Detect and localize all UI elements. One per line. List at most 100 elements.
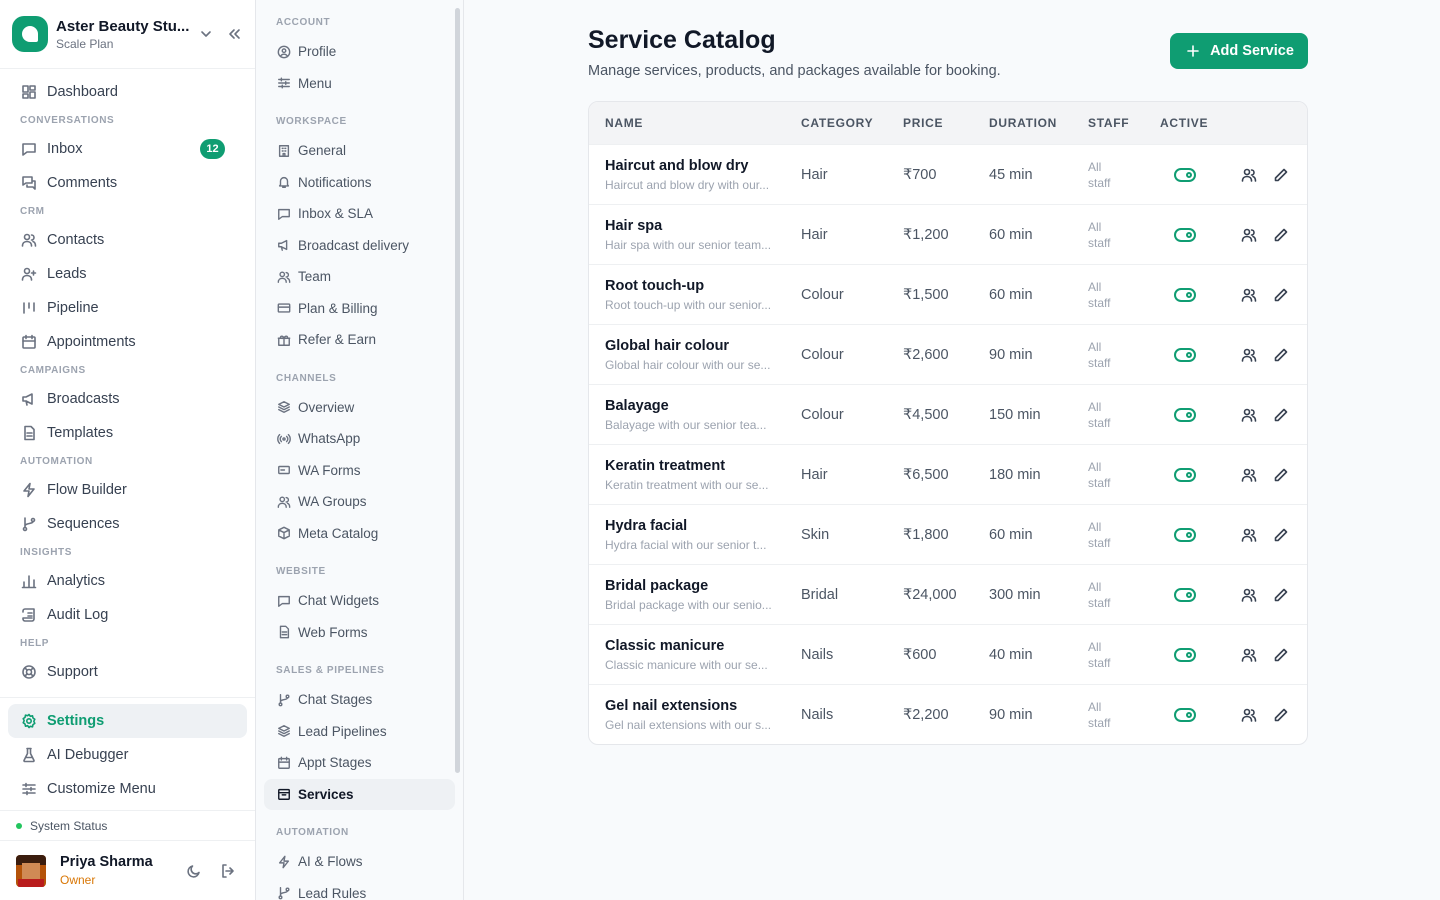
settings-item-wa-groups[interactable]: WA Groups (264, 486, 455, 518)
edit-pencil-icon[interactable] (1272, 166, 1290, 184)
settings-item-lead-pipelines[interactable]: Lead Pipelines (264, 716, 455, 748)
add-service-button[interactable]: Add Service (1170, 33, 1308, 69)
nav-item-settings[interactable]: Settings (8, 704, 247, 738)
nav-item-flow-builder[interactable]: Flow Builder (8, 473, 247, 507)
nav-item-analytics[interactable]: Analytics (8, 564, 247, 598)
table-row[interactable]: Gel nail extensions Gel nail extensions … (589, 684, 1307, 744)
settings-item-notifications[interactable]: Notifications (264, 167, 455, 199)
chevron-down-icon[interactable] (197, 25, 215, 43)
assign-staff-icon[interactable] (1240, 526, 1258, 544)
edit-pencil-icon[interactable] (1272, 466, 1290, 484)
settings-item-inbox-sla[interactable]: Inbox & SLA (264, 198, 455, 230)
active-toggle[interactable] (1174, 527, 1196, 542)
settings-item-services[interactable]: Services (264, 778, 455, 810)
nav-item-contacts[interactable]: Contacts (8, 223, 247, 257)
settings-item-chat-widgets[interactable]: Chat Widgets (264, 585, 455, 617)
moon-icon[interactable] (185, 862, 203, 880)
settings-item-chat-stages[interactable]: Chat Stages (264, 684, 455, 716)
settings-item-profile[interactable]: Profile (264, 36, 455, 68)
nav-item-dashboard[interactable]: Dashboard (8, 75, 247, 109)
edit-pencil-icon[interactable] (1272, 346, 1290, 364)
nav-item-pipeline[interactable]: Pipeline (8, 291, 247, 325)
logout-icon[interactable] (219, 862, 237, 880)
settings-item-team[interactable]: Team (264, 261, 455, 293)
active-toggle[interactable] (1174, 167, 1196, 182)
table-row[interactable]: Bridal package Bridal package with our s… (589, 564, 1307, 624)
nav-item-audit-log[interactable]: Audit Log (8, 598, 247, 632)
table-row[interactable]: Root touch-up Root touch-up with our sen… (589, 264, 1307, 324)
active-toggle[interactable] (1174, 467, 1196, 482)
system-status[interactable]: System Status (0, 810, 255, 840)
table-row[interactable]: Global hair colour Global hair colour wi… (589, 324, 1307, 384)
assign-staff-icon[interactable] (1240, 466, 1258, 484)
service-name: Classic manicure (605, 637, 725, 654)
edit-pencil-icon[interactable] (1272, 286, 1290, 304)
nav-item-customize-menu[interactable]: Customize Menu (8, 772, 247, 806)
nav-item-sequences[interactable]: Sequences (8, 507, 247, 541)
settings-item-plan-billing[interactable]: Plan & Billing (264, 293, 455, 325)
nav-item-ai-debugger[interactable]: AI Debugger (8, 738, 247, 772)
nav-item-inbox[interactable]: Inbox 12 (8, 132, 247, 166)
assign-staff-icon[interactable] (1240, 286, 1258, 304)
service-name: Hair spa (605, 217, 663, 234)
settings-item-refer-earn[interactable]: Refer & Earn (264, 324, 455, 356)
service-category: Hair (801, 226, 828, 243)
edit-pencil-icon[interactable] (1272, 586, 1290, 604)
gear-icon (20, 712, 38, 730)
active-toggle[interactable] (1174, 287, 1196, 302)
active-toggle[interactable] (1174, 587, 1196, 602)
assign-staff-icon[interactable] (1240, 226, 1258, 244)
collapse-sidebar-icon[interactable] (225, 25, 243, 43)
settings-item-meta-catalog[interactable]: Meta Catalog (264, 518, 455, 550)
nav-item-templates[interactable]: Templates (8, 416, 247, 450)
nav-item-comments[interactable]: Comments (8, 166, 247, 200)
workspace-switcher[interactable]: Aster Beauty Stu... Scale Plan (0, 0, 255, 69)
assign-staff-icon[interactable] (1240, 706, 1258, 724)
table-row[interactable]: Keratin treatment Keratin treatment with… (589, 444, 1307, 504)
active-toggle[interactable] (1174, 347, 1196, 362)
settings-item-ai-flows[interactable]: AI & Flows (264, 846, 455, 878)
active-toggle[interactable] (1174, 407, 1196, 422)
settings-item-lead-rules[interactable]: Lead Rules (264, 878, 455, 900)
settings-item-whatsapp[interactable]: WhatsApp (264, 423, 455, 455)
active-toggle[interactable] (1174, 227, 1196, 242)
avatar[interactable] (16, 854, 46, 887)
table-row[interactable]: Balayage Balayage with our senior tea...… (589, 384, 1307, 444)
git-branch-icon (276, 691, 292, 709)
assign-staff-icon[interactable] (1240, 646, 1258, 664)
table-row[interactable]: Classic manicure Classic manicure with o… (589, 624, 1307, 684)
service-duration: 60 min (989, 286, 1033, 303)
assign-staff-icon[interactable] (1240, 586, 1258, 604)
nav-item-appointments[interactable]: Appointments (8, 325, 247, 359)
active-toggle[interactable] (1174, 647, 1196, 662)
building-icon (276, 142, 292, 160)
edit-pencil-icon[interactable] (1272, 226, 1290, 244)
edit-pencil-icon[interactable] (1272, 406, 1290, 424)
settings-item-appt-stages[interactable]: Appt Stages (264, 747, 455, 779)
service-description: Global hair colour with our se... (605, 357, 771, 372)
settings-item-general[interactable]: General (264, 135, 455, 167)
nav-item-leads[interactable]: Leads (8, 257, 247, 291)
settings-item-broadcast-delivery[interactable]: Broadcast delivery (264, 230, 455, 262)
settings-item-wa-forms[interactable]: WA Forms (264, 455, 455, 487)
service-description: Bridal package with our senio... (605, 597, 772, 612)
settings-item-web-forms[interactable]: Web Forms (264, 617, 455, 649)
settings-item-menu[interactable]: Menu (264, 68, 455, 100)
assign-staff-icon[interactable] (1240, 406, 1258, 424)
edit-pencil-icon[interactable] (1272, 526, 1290, 544)
active-toggle[interactable] (1174, 707, 1196, 722)
edit-pencil-icon[interactable] (1272, 646, 1290, 664)
nav-item-support[interactable]: Support (8, 655, 247, 689)
assign-staff-icon[interactable] (1240, 346, 1258, 364)
plus-icon (1184, 42, 1202, 60)
table-row[interactable]: Hair spa Hair spa with our senior team..… (589, 204, 1307, 264)
user-card: Priya Sharma Owner (0, 840, 255, 900)
service-duration: 180 min (989, 466, 1041, 483)
nav-item-broadcasts[interactable]: Broadcasts (8, 382, 247, 416)
settings-item-overview[interactable]: Overview (264, 392, 455, 424)
settings-scrollbar[interactable] (455, 8, 460, 773)
assign-staff-icon[interactable] (1240, 166, 1258, 184)
edit-pencil-icon[interactable] (1272, 706, 1290, 724)
table-row[interactable]: Hydra facial Hydra facial with our senio… (589, 504, 1307, 564)
table-row[interactable]: Haircut and blow dry Haircut and blow dr… (589, 144, 1307, 204)
